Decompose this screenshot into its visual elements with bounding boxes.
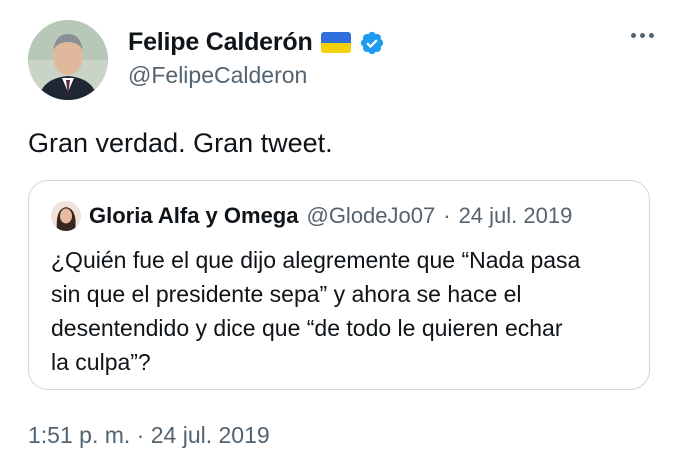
quoted-text-line: sin que el presidente sepa” y ahora se h… xyxy=(51,281,522,307)
quoted-display-name: Gloria Alfa y Omega xyxy=(89,203,299,228)
quoted-tweet[interactable]: Gloria Alfa y Omega @GlodeJo07 · 24 jul.… xyxy=(28,180,650,390)
quoted-text: ¿Quién fue el que dijo alegremente que “… xyxy=(51,243,641,379)
tweet-timestamp[interactable]: 1:51 p. m. · 24 jul. 2019 xyxy=(28,422,270,449)
author-display-name[interactable]: Felipe Calderón xyxy=(128,28,313,57)
verified-badge-icon[interactable] xyxy=(359,30,385,56)
author-handle[interactable]: @FelipeCalderon xyxy=(128,62,307,89)
tweet-time: 1:51 p. m. xyxy=(28,422,131,448)
quoted-avatar xyxy=(51,201,81,231)
author-name-row: Felipe Calderón xyxy=(128,28,385,57)
quoted-handle: @GlodeJo07 xyxy=(306,203,436,228)
quoted-text-line: ¿Quién fue el que dijo alegremente que “… xyxy=(51,247,581,273)
quoted-text-line: la culpa”? xyxy=(51,349,151,375)
ukraine-flag-icon xyxy=(320,32,351,53)
quoted-header: Gloria Alfa y Omega @GlodeJo07 · 24 jul.… xyxy=(51,201,572,231)
more-options-icon[interactable] xyxy=(631,33,654,38)
timestamp-separator: · xyxy=(136,422,145,448)
quoted-separator: · xyxy=(443,203,451,228)
quoted-text-line: desentendido y dice que “de todo le quie… xyxy=(51,315,563,341)
quoted-date: 24 jul. 2019 xyxy=(458,203,573,228)
author-avatar[interactable] xyxy=(28,20,108,100)
tweet-date: 24 jul. 2019 xyxy=(150,422,270,448)
tweet-text: Gran verdad. Gran tweet. xyxy=(28,128,333,158)
